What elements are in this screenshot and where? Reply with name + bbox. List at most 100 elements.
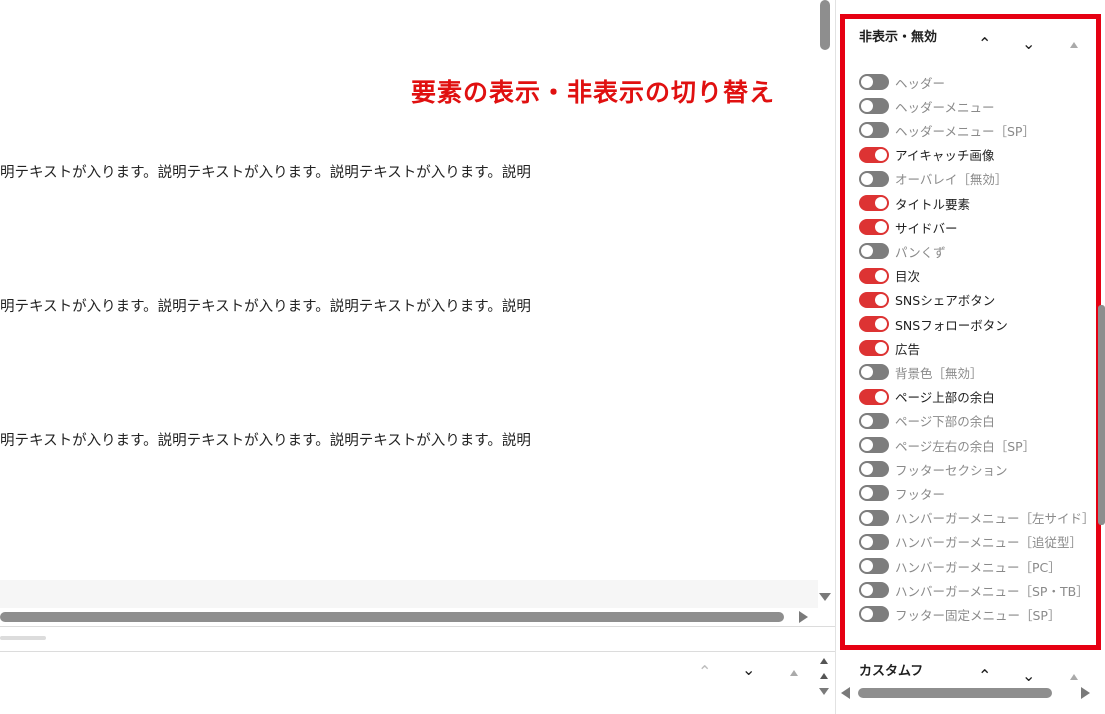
move-up-icon[interactable]: ⌃ bbox=[978, 36, 991, 52]
toggle-switch[interactable] bbox=[859, 558, 889, 574]
toggle-knob bbox=[861, 487, 873, 500]
toggle-switch[interactable] bbox=[859, 509, 889, 526]
toggle-switch[interactable] bbox=[859, 219, 889, 236]
scroll-down-arrow-icon[interactable] bbox=[819, 688, 829, 695]
toggle-row[interactable]: 広告 bbox=[859, 338, 920, 358]
toggle-row[interactable]: オーバレイ［無効］ bbox=[859, 169, 1007, 189]
paragraph-text[interactable]: 明テキストが入ります。説明テキストが入ります。説明テキストが入ります。説明 bbox=[0, 161, 531, 182]
toggle-row[interactable]: ハンバーガーメニュー［SP・TB］ bbox=[859, 580, 1089, 600]
toggle-switch[interactable] bbox=[859, 243, 889, 260]
scroll-left-arrow-icon[interactable] bbox=[841, 687, 850, 699]
toggle-row[interactable]: SNSフォローボタン bbox=[859, 314, 1008, 334]
toggle-switch[interactable] bbox=[859, 267, 889, 284]
toggle-knob bbox=[861, 124, 873, 137]
paragraph-text[interactable]: 明テキストが入ります。説明テキストが入ります。説明テキストが入ります。説明 bbox=[0, 295, 531, 316]
toggle-label: ページ上部の余白 bbox=[895, 390, 995, 406]
toggle-switch[interactable] bbox=[859, 74, 889, 90]
scroll-right-arrow-icon[interactable] bbox=[799, 611, 808, 623]
toggle-knob bbox=[861, 511, 873, 524]
toggle-label: ハンバーガーメニュー［左サイド］ bbox=[895, 511, 1095, 527]
toggle-row[interactable]: SNSシェアボタン bbox=[859, 290, 995, 310]
toggle-switch[interactable] bbox=[859, 412, 889, 429]
toggle-knob bbox=[861, 76, 873, 88]
toggle-label: ヘッダーメニュー［SP］ bbox=[895, 123, 1035, 139]
toggle-switch[interactable] bbox=[859, 364, 889, 381]
toggle-switch[interactable] bbox=[859, 340, 889, 357]
editor-vertical-scrollbar[interactable] bbox=[820, 0, 830, 50]
toggle-label: ハンバーガーメニュー［追従型］ bbox=[895, 535, 1083, 551]
scroll-up-arrow-icon[interactable] bbox=[820, 658, 828, 664]
toggle-switch[interactable] bbox=[859, 485, 889, 502]
toggle-row[interactable]: フッター bbox=[859, 483, 945, 503]
toggle-switch[interactable] bbox=[859, 316, 889, 332]
toggle-switch[interactable] bbox=[859, 291, 889, 308]
chevron-down-icon[interactable]: ⌄ bbox=[742, 662, 755, 678]
toggle-row[interactable]: ページ下部の余白 bbox=[859, 411, 995, 431]
toggle-row[interactable]: パンくず bbox=[859, 241, 946, 261]
toggle-row[interactable]: ハンバーガーメニュー［PC］ bbox=[859, 556, 1061, 576]
toggle-knob bbox=[875, 342, 887, 355]
toggle-row[interactable]: 目次 bbox=[859, 266, 920, 286]
toggle-switch[interactable] bbox=[859, 98, 889, 115]
sidebar-vertical-scrollbar[interactable] bbox=[1098, 305, 1105, 525]
toggle-label: ヘッダー bbox=[895, 75, 946, 91]
toggle-label: ハンバーガーメニュー［PC］ bbox=[895, 559, 1061, 575]
toggle-row[interactable]: サイドバー bbox=[859, 217, 958, 237]
paragraph-text[interactable]: 明テキストが入ります。説明テキストが入ります。説明テキストが入ります。説明 bbox=[0, 429, 531, 450]
toggle-row[interactable]: ヘッダーメニュー bbox=[859, 96, 995, 116]
toggle-label: オーバレイ［無効］ bbox=[895, 172, 1008, 188]
toggle-knob bbox=[861, 584, 873, 597]
toggle-switch[interactable] bbox=[859, 582, 889, 599]
toggle-knob bbox=[861, 439, 873, 451]
toggle-row[interactable]: ヘッダー bbox=[859, 72, 945, 92]
editor-horizontal-scrollbar[interactable] bbox=[0, 612, 784, 622]
toggle-switch[interactable] bbox=[859, 606, 889, 623]
toggle-switch[interactable] bbox=[859, 170, 889, 187]
toggle-knob bbox=[875, 197, 887, 209]
toggle-label: 広告 bbox=[895, 341, 921, 357]
toggle-switch[interactable] bbox=[859, 146, 889, 163]
toggle-label: フッター bbox=[895, 486, 946, 502]
collapse-arrow-icon[interactable] bbox=[790, 670, 798, 676]
toggle-switch[interactable] bbox=[859, 437, 889, 453]
toggle-row[interactable]: フッター固定メニュー［SP］ bbox=[859, 604, 1060, 624]
toggle-knob bbox=[861, 560, 873, 572]
chevron-up-icon[interactable]: ⌃ bbox=[698, 664, 711, 680]
toggle-row[interactable]: フッターセクション bbox=[859, 459, 1008, 479]
toggle-row[interactable]: ページ左右の余白［SP］ bbox=[859, 435, 1035, 455]
toggle-switch[interactable] bbox=[859, 533, 889, 550]
move-down-icon[interactable]: ⌄ bbox=[1022, 36, 1035, 52]
scroll-right-arrow-icon[interactable] bbox=[1081, 687, 1090, 699]
sidebar-horizontal-scrollbar[interactable] bbox=[858, 688, 1052, 698]
block-divider bbox=[0, 580, 818, 608]
toggle-switch[interactable] bbox=[859, 388, 889, 405]
toggle-switch[interactable] bbox=[859, 122, 889, 139]
toggle-knob bbox=[875, 148, 887, 161]
scroll-down-arrow-icon[interactable] bbox=[819, 593, 831, 601]
toggle-row[interactable]: アイキャッチ画像 bbox=[859, 145, 994, 165]
toggle-row[interactable]: タイトル要素 bbox=[859, 193, 970, 213]
panel-title[interactable]: 非表示・無効 bbox=[859, 29, 949, 47]
toggle-knob bbox=[875, 221, 887, 234]
toggle-row[interactable]: 背景色［無効］ bbox=[859, 362, 983, 382]
scroll-up-arrow-icon[interactable] bbox=[820, 673, 828, 679]
collapse-arrow-icon[interactable] bbox=[1070, 674, 1078, 680]
toggle-switch[interactable] bbox=[859, 195, 889, 211]
move-up-icon[interactable]: ⌃ bbox=[978, 668, 991, 684]
toggle-row[interactable]: ハンバーガーメニュー［左サイド］ bbox=[859, 508, 1095, 528]
next-panel-title[interactable]: カスタムフ bbox=[859, 660, 923, 679]
toggle-label: サイドバー bbox=[895, 220, 958, 236]
toggle-knob bbox=[875, 293, 887, 306]
toggle-row[interactable]: ハンバーガーメニュー［追従型］ bbox=[859, 532, 1082, 552]
divider bbox=[0, 626, 835, 627]
toggle-switch[interactable] bbox=[859, 461, 889, 478]
resize-handle[interactable] bbox=[0, 636, 46, 640]
toggle-row[interactable]: ページ上部の余白 bbox=[859, 387, 995, 407]
toggle-row[interactable]: ヘッダーメニュー［SP］ bbox=[859, 120, 1035, 140]
toggle-knob bbox=[861, 100, 873, 113]
toggle-knob bbox=[861, 463, 873, 476]
toggle-label: フッター固定メニュー［SP］ bbox=[895, 607, 1061, 623]
collapse-arrow-icon[interactable] bbox=[1070, 42, 1078, 48]
move-down-icon[interactable]: ⌄ bbox=[1022, 668, 1035, 684]
toggle-label: ヘッダーメニュー bbox=[895, 99, 995, 115]
